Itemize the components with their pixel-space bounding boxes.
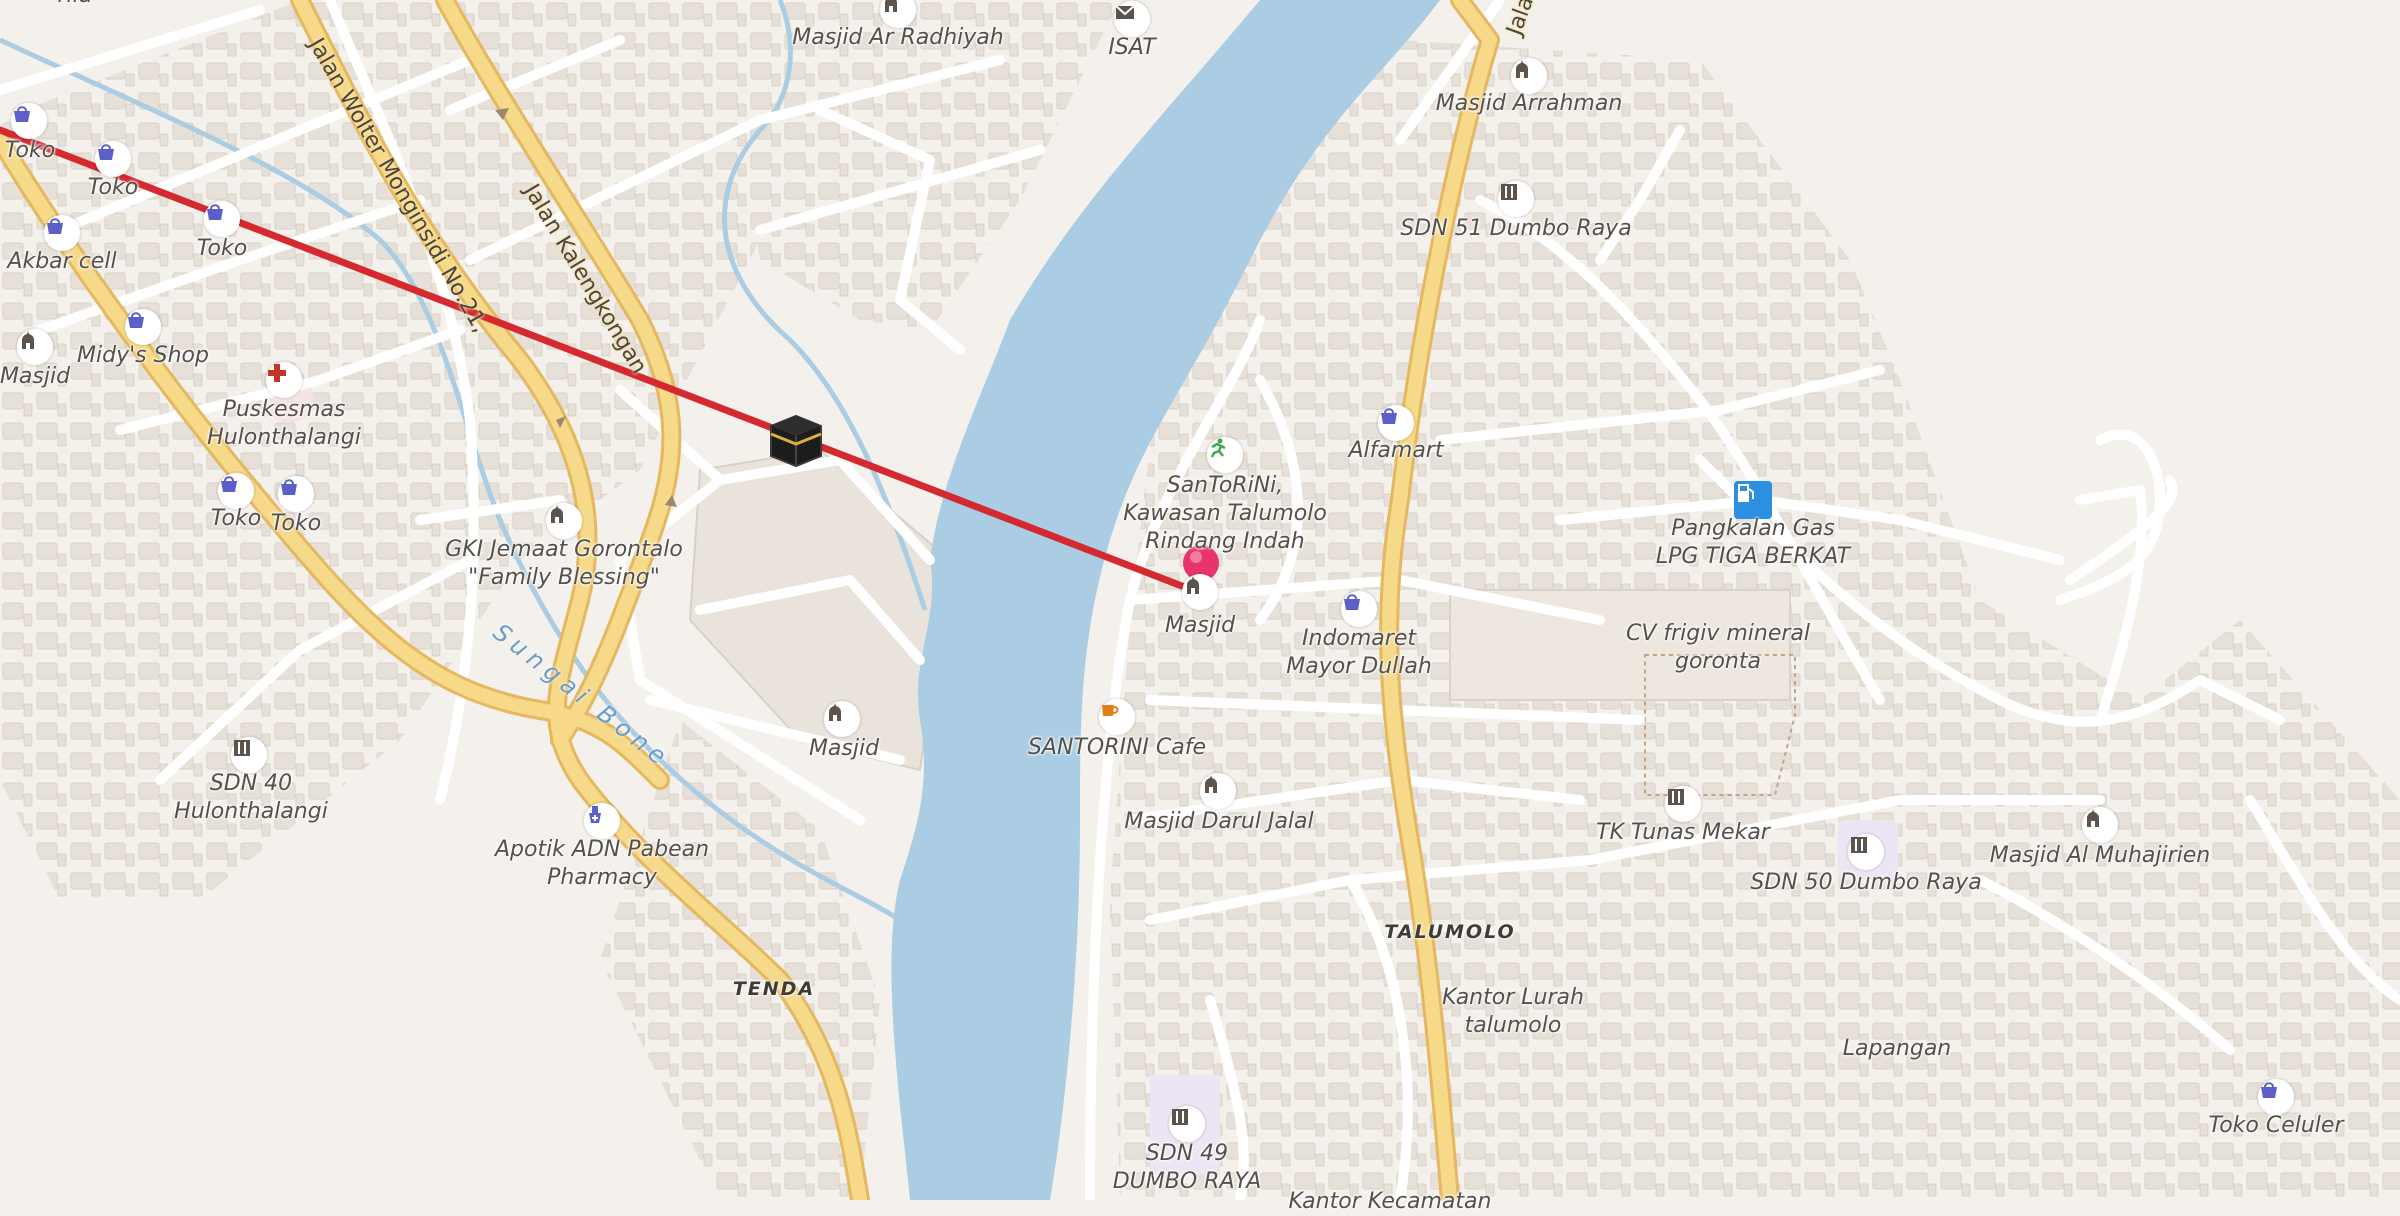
poi-label-line: "Family Blessing" bbox=[468, 565, 660, 590]
school-icon[interactable] bbox=[1665, 786, 1701, 822]
shop-basket-icon[interactable] bbox=[1378, 405, 1414, 441]
mosque-icon[interactable] bbox=[17, 329, 53, 365]
poi-label-toko-celuler[interactable]: Toko Celuler bbox=[2208, 1112, 2343, 1140]
poi-label-line: talumolo bbox=[1464, 1013, 1562, 1038]
poi-label-line: CV frigiv mineral bbox=[1625, 621, 1811, 646]
poi-label-kantor-lurah[interactable]: Kantor Lurah talumolo bbox=[1442, 984, 1584, 1040]
partial-label-kantor-kecamatan: Kantor Kecamatan bbox=[1288, 1189, 1492, 1214]
school-icon[interactable] bbox=[1169, 1106, 1205, 1142]
shop-basket-icon[interactable] bbox=[204, 201, 240, 237]
church-icon[interactable] bbox=[546, 503, 582, 539]
poi-label-santorini-cafe[interactable]: SANTORINI Cafe bbox=[1028, 734, 1206, 762]
mosque-icon[interactable] bbox=[824, 701, 860, 737]
poi-label-indomaret[interactable]: Indomaret Mayor Dullah bbox=[1286, 625, 1432, 681]
school-icon[interactable] bbox=[1498, 181, 1534, 217]
mosque-icon[interactable] bbox=[2082, 807, 2118, 843]
poi-label-line: SDN 40 bbox=[209, 771, 293, 796]
poi-label-line: Pharmacy bbox=[547, 865, 657, 890]
area-label-tenda: TENDA bbox=[732, 978, 816, 1000]
poi-label-masjid-center[interactable]: Masjid bbox=[1165, 612, 1235, 640]
poi-label-gki[interactable]: GKI Jemaat Gorontalo "Family Blessing" bbox=[445, 536, 683, 592]
shop-basket-icon[interactable] bbox=[44, 215, 80, 251]
poi-label-midys-shop[interactable]: Midy's Shop bbox=[77, 342, 209, 370]
poi-label-line: Hulonthalangi bbox=[174, 799, 328, 824]
shop-basket-icon[interactable] bbox=[2258, 1079, 2294, 1115]
poi-label-line: DUMBO RAYA bbox=[1112, 1169, 1262, 1194]
poi-label-line: SanToRiNi, bbox=[1166, 473, 1284, 498]
poi-label-line: Indomaret bbox=[1302, 626, 1416, 651]
poi-label-tk-tunas-mekar[interactable]: TK Tunas Mekar bbox=[1596, 819, 1770, 847]
envelope-icon[interactable] bbox=[1114, 1, 1150, 37]
poi-label-masjid-al-muhajirien[interactable]: Masjid Al Muhajirien bbox=[1990, 842, 2210, 870]
poi-label-line: Puskesmas bbox=[222, 397, 346, 422]
poi-label-toko-2[interactable]: Toko bbox=[88, 174, 138, 202]
poi-label-puskesmas[interactable]: Puskesmas Hulonthalangi bbox=[207, 396, 361, 452]
poi-label-sdn-51[interactable]: SDN 51 Dumbo Raya bbox=[1400, 215, 1631, 243]
shop-basket-icon[interactable] bbox=[95, 141, 131, 177]
shop-basket-icon[interactable] bbox=[218, 473, 254, 509]
poi-label-line: Kawasan Talumolo bbox=[1123, 501, 1327, 526]
partial-label-top-left: rila bbox=[58, 0, 93, 10]
kaaba-icon[interactable] bbox=[767, 412, 825, 470]
poi-label-masjid-arrahman[interactable]: Masjid Arrahman bbox=[1436, 90, 1623, 118]
poi-label-masjid-ar-radhiyah[interactable]: Masjid Ar Radhiyah bbox=[792, 24, 1003, 52]
poi-label-masjid-left[interactable]: Masjid bbox=[0, 363, 70, 391]
poi-label-line: LPG TIGA BERKAT bbox=[1655, 544, 1851, 569]
poi-label-toko-5[interactable]: Toko bbox=[271, 510, 321, 538]
mosque-icon[interactable] bbox=[1511, 58, 1547, 94]
shop-basket-icon[interactable] bbox=[125, 309, 161, 345]
poi-label-line: Rindang Indah bbox=[1145, 529, 1305, 554]
poi-label-apotik[interactable]: Apotik ADN Pabean Pharmacy bbox=[495, 836, 709, 892]
poi-label-line: Apotik ADN Pabean bbox=[494, 837, 710, 862]
shop-basket-icon[interactable] bbox=[1341, 591, 1377, 627]
mosque-icon[interactable] bbox=[1200, 773, 1236, 809]
poi-label-line: Kantor Lurah bbox=[1442, 985, 1584, 1010]
fuel-station-icon[interactable] bbox=[1734, 481, 1772, 519]
school-icon[interactable] bbox=[231, 737, 267, 773]
poi-label-masjid-mid[interactable]: Masjid bbox=[809, 735, 879, 763]
poi-label-sdn-40[interactable]: SDN 40 Hulonthalangi bbox=[174, 770, 328, 826]
poi-label-line: Hulonthalangi bbox=[207, 425, 361, 450]
poi-label-cv-frigiv[interactable]: CV frigiv mineral goronta bbox=[1626, 620, 1810, 676]
school-icon[interactable] bbox=[1848, 834, 1884, 870]
area-label-talumolo: TALUMOLO bbox=[1384, 921, 1516, 943]
poi-label-line: Pangkalan Gas bbox=[1671, 516, 1835, 541]
poi-label-toko-4[interactable]: Toko bbox=[211, 505, 261, 533]
shop-basket-icon[interactable] bbox=[11, 103, 47, 139]
cafe-cup-icon[interactable] bbox=[1099, 699, 1135, 735]
map-canvas[interactable]: Masjid Ar Radhiyah ISAT Masjid Arrahman … bbox=[0, 0, 2400, 1214]
health-cross-icon[interactable] bbox=[266, 362, 302, 398]
poi-label-toko-1[interactable]: Toko bbox=[5, 137, 55, 165]
poi-label-line: Mayor Dullah bbox=[1286, 654, 1432, 679]
poi-label-santorini[interactable]: SanToRiNi, Kawasan Talumolo Rindang Inda… bbox=[1123, 472, 1327, 556]
poi-label-pangkalan-gas[interactable]: Pangkalan Gas LPG TIGA BERKAT bbox=[1656, 515, 1850, 571]
shop-basket-icon[interactable] bbox=[278, 476, 314, 512]
poi-label-line: SDN 49 bbox=[1145, 1141, 1229, 1166]
poi-label-sdn-50[interactable]: SDN 50 Dumbo Raya bbox=[1750, 869, 1981, 897]
mosque-icon[interactable] bbox=[1182, 574, 1218, 610]
running-man-icon[interactable] bbox=[1207, 437, 1243, 473]
pharmacy-icon[interactable] bbox=[584, 803, 620, 839]
poi-label-sdn-49[interactable]: SDN 49 DUMBO RAYA bbox=[1113, 1140, 1262, 1196]
poi-label-line: goronta bbox=[1675, 649, 1761, 674]
poi-label-toko-3[interactable]: Toko bbox=[197, 235, 247, 263]
poi-label-masjid-darul-jalal[interactable]: Masjid Darul Jalal bbox=[1124, 808, 1313, 836]
poi-label-isat[interactable]: ISAT bbox=[1108, 34, 1155, 62]
poi-label-lapangan[interactable]: Lapangan bbox=[1843, 1035, 1952, 1063]
poi-label-akbar-cell[interactable]: Akbar cell bbox=[7, 248, 116, 276]
poi-label-line: GKI Jemaat Gorontalo bbox=[445, 537, 683, 562]
poi-label-alfamart[interactable]: Alfamart bbox=[1349, 437, 1444, 465]
